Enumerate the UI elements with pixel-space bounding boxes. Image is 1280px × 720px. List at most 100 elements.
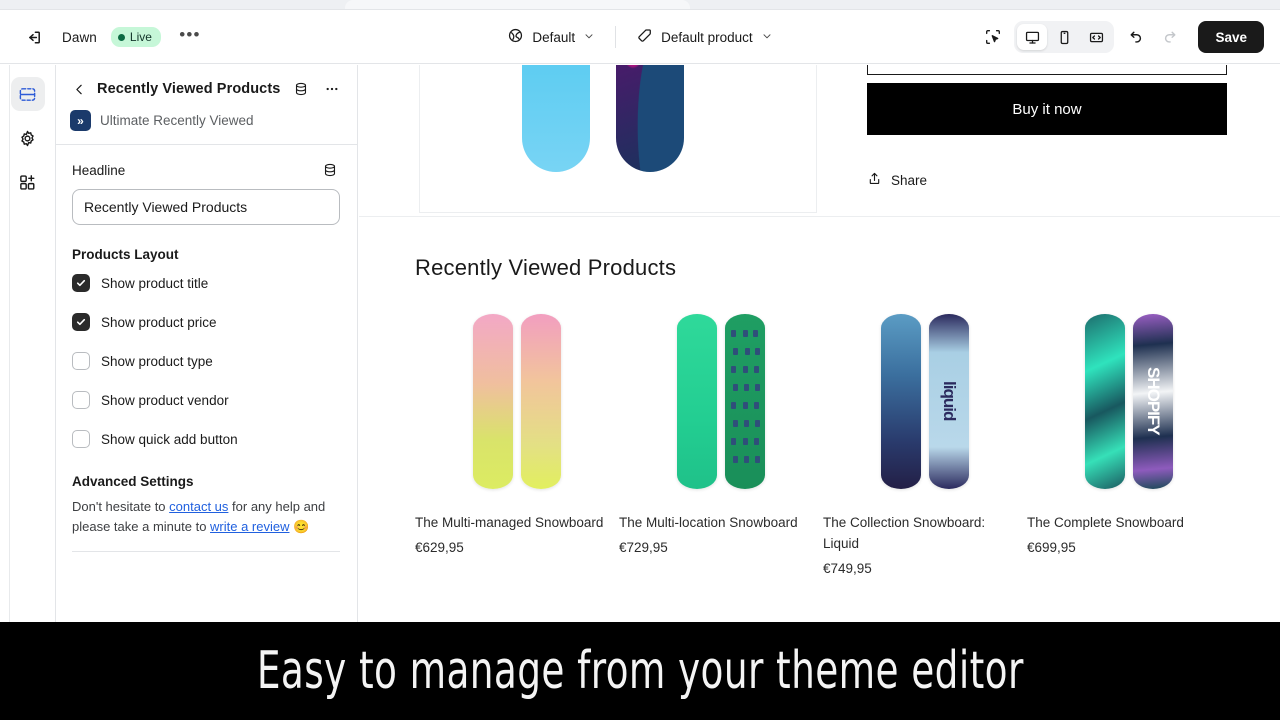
checkbox-label: Show product price [101,314,217,330]
panel-title: Recently Viewed Products [97,81,281,97]
status-badge: Live [110,27,161,47]
editor-topbar: Dawn Live ••• Default Default product Sa… [0,10,1280,64]
checkbox-show-product-type[interactable]: Show product type [72,352,341,370]
browser-tab[interactable] [345,0,690,9]
globe-icon [507,27,524,47]
undo-icon[interactable] [1120,22,1150,52]
template-label: Default product [661,29,753,45]
product-card[interactable]: The Multi-location Snowboard €729,95 [619,311,823,576]
checkbox-label: Show quick add button [101,431,238,447]
topbar-left-group: Dawn Live ••• [18,10,205,64]
advanced-settings-help-text: Don't hesitate to contact us for any hel… [72,497,334,537]
settings-sidebar: Recently Viewed Products » Ultimate Rece… [56,65,358,622]
product-price: €729,95 [619,539,668,555]
status-badge-label: Live [129,30,152,44]
sections-icon[interactable] [10,77,45,111]
settings-gear-icon[interactable] [11,121,45,155]
gallery-board-front [522,65,590,172]
product-image [415,311,619,491]
products-layout-options: Show product title Show product price Sh… [72,274,341,448]
headline-label: Headline [72,162,126,178]
ellipsis-icon: ••• [179,24,201,44]
device-toggle-group [1014,21,1115,53]
board-graphic [521,313,561,489]
product-card[interactable]: SHOPIFY The Complete Snowboard €699,95 [1027,311,1231,576]
apps-add-icon[interactable] [11,165,45,199]
checkbox-show-product-price[interactable]: Show product price [72,313,341,331]
section-heading: Recently Viewed Products [415,255,677,280]
product-image: SHOPIFY [1027,311,1231,491]
product-grid: The Multi-managed Snowboard €629,95 The … [415,311,1280,576]
board-graphic [725,313,765,489]
locale-label: Default [532,29,576,45]
desktop-icon[interactable] [1017,24,1048,50]
exit-icon[interactable] [18,22,48,52]
advanced-settings-title: Advanced Settings [72,474,194,489]
chevron-down-icon [583,30,595,45]
database-icon[interactable] [319,159,341,181]
ellipsis-icon[interactable] [321,78,343,100]
theme-name: Dawn [62,29,97,45]
checkbox-show-quick-add-button[interactable]: Show quick add button [72,430,341,448]
topbar-right-group: Save [978,10,1264,64]
add-to-cart-button[interactable] [867,65,1227,75]
locale-selector[interactable]: Default [499,22,603,52]
product-title: The Multi-managed Snowboard [415,515,604,530]
share-label: Share [891,172,928,188]
board-text: liquid [940,381,959,421]
checkbox-box[interactable] [72,274,90,292]
product-price: €749,95 [823,560,872,576]
share-button[interactable]: Share [867,171,927,189]
product-image: liquid [823,311,1027,491]
status-dot [117,33,125,41]
buy-it-now-button[interactable]: Buy it now [867,83,1227,135]
checkbox-label: Show product title [101,275,209,291]
product-card[interactable]: liquid The Collection Snowboard: Liquid … [823,311,1027,576]
product-price: €699,95 [1027,539,1076,555]
product-image [619,311,823,491]
mobile-icon[interactable] [1049,24,1079,50]
theme-editor-window: Dawn Live ••• Default Default product Sa… [0,0,1280,720]
caption-banner: Easy to manage from your theme editor [0,622,1280,720]
inspector-icon[interactable] [978,22,1008,52]
checkbox-show-product-vendor[interactable]: Show product vendor [72,391,341,409]
save-button[interactable]: Save [1198,21,1264,53]
product-gallery [419,65,817,213]
product-detail-region: Buy it now Share [359,65,1280,217]
product-title: The Complete Snowboard [1027,515,1184,530]
sidebar-body: Headline Products Layout Show product [56,145,357,553]
checkbox-label: Show product vendor [101,392,229,408]
products-layout-title: Products Layout [72,247,179,262]
app-badge-icon: » [70,110,91,131]
checkbox-show-product-title[interactable]: Show product title [72,274,341,292]
checkbox-box[interactable] [72,352,90,370]
checkbox-box[interactable] [72,391,90,409]
fullscreen-icon[interactable] [1081,24,1111,50]
app-name: Ultimate Recently Viewed [100,113,254,128]
product-card[interactable]: The Multi-managed Snowboard €629,95 [415,311,619,576]
product-title: The Multi-location Snowboard [619,515,798,530]
contact-us-link[interactable]: contact us [169,499,228,514]
product-title: The Collection Snowboard: Liquid [823,515,986,551]
app-attribution-row: » Ultimate Recently Viewed [70,110,343,144]
checkbox-box[interactable] [72,313,90,331]
board-text: SHOPIFY [1144,367,1163,435]
topbar-divider [615,26,617,48]
share-icon [867,171,882,189]
sidebar-header: Recently Viewed Products » Ultimate Rece… [56,65,357,144]
left-gutter [0,65,10,622]
board-graphic: SHOPIFY [1133,313,1173,489]
board-graphic [473,313,513,489]
recently-viewed-section: Recently Viewed Products The Multi-manag… [359,217,1280,576]
chevron-down-icon [761,30,773,45]
sidebar-title-row: Recently Viewed Products [70,78,343,100]
checkbox-box[interactable] [72,430,90,448]
database-icon[interactable] [290,78,312,100]
chevron-left-icon[interactable] [70,79,88,99]
headline-field-header: Headline [72,159,341,181]
gallery-board-back [616,65,684,172]
headline-input[interactable] [72,189,340,225]
theme-more-menu-button[interactable]: ••• [175,22,205,52]
write-a-review-link[interactable]: write a review [210,519,289,534]
template-selector[interactable]: Default product [628,22,781,52]
